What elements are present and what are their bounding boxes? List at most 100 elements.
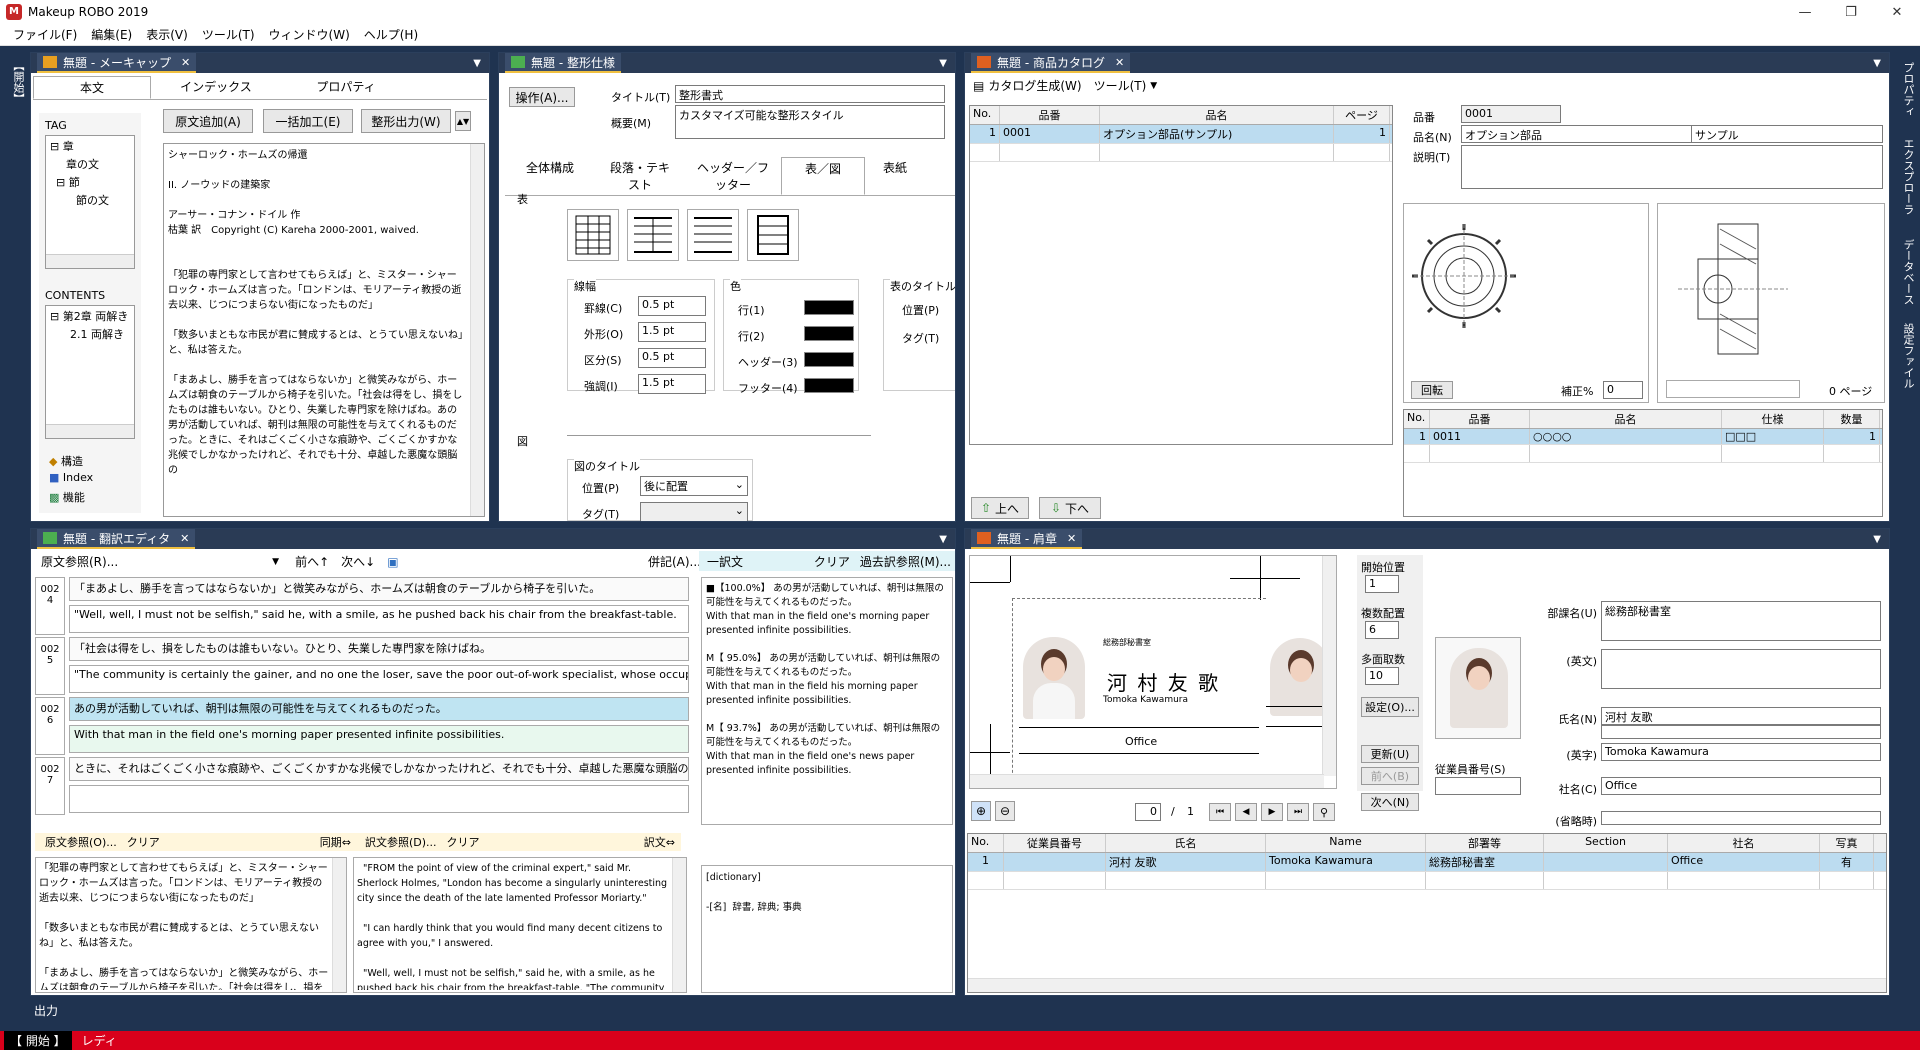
- description-input[interactable]: [1461, 145, 1883, 189]
- target-ref-clear-button[interactable]: クリア: [447, 834, 480, 850]
- employee-no-input[interactable]: [1435, 777, 1521, 795]
- zoom-out-icon[interactable]: ⊖: [995, 801, 1015, 821]
- close-icon[interactable]: ✕: [180, 532, 189, 545]
- batch-process-button[interactable]: 一括加工(E): [263, 109, 353, 133]
- memory-clear-button[interactable]: クリア: [814, 553, 850, 570]
- makecap-tab[interactable]: 無題 - メーキャップ ✕: [37, 53, 197, 73]
- name-input[interactable]: 河村 友歌: [1601, 707, 1881, 725]
- tab-index[interactable]: インデックス: [151, 76, 281, 99]
- menu-help[interactable]: ヘルプ(H): [364, 26, 418, 43]
- card-hscroll[interactable]: [970, 774, 1324, 788]
- tree-node-section-text[interactable]: 節の文: [46, 190, 134, 208]
- body-text-area[interactable]: シャーロック・ホームズの帰還 II. ノーウッドの建築家 アーサー・コナン・ドイ…: [163, 143, 485, 517]
- source-ref-vscroll[interactable]: [332, 858, 346, 992]
- figure-position-select[interactable]: 後に配置 ⌄: [640, 476, 748, 496]
- close-icon[interactable]: ✕: [1115, 56, 1124, 69]
- segment-target[interactable]: [69, 785, 689, 813]
- side-tab-database[interactable]: データベース: [1896, 232, 1916, 312]
- nav-function[interactable]: ▩ 機能: [49, 489, 85, 505]
- segment-source[interactable]: ときに、それはごくごく小さな痕跡や、ごくごくかすかな兆候でしかなかったけれど、そ…: [69, 757, 689, 781]
- title-input[interactable]: 整形書式: [675, 85, 945, 103]
- dropdown-icon[interactable]: ▼: [473, 58, 481, 69]
- tree-node-chapter-text[interactable]: 章の文: [46, 154, 134, 172]
- tag-tree-hscroll[interactable]: [46, 254, 134, 268]
- footer-color-swatch[interactable]: [804, 378, 854, 393]
- namecard-tab[interactable]: 無題 - 肩章 ✕: [971, 529, 1083, 549]
- source-ref-pane[interactable]: 「犯罪の専門家として言わせてもらえば」と、ミスター・シャーロック・ホームズは言っ…: [35, 857, 347, 993]
- format-spec-tab[interactable]: 無題 - 整形仕様: [505, 53, 621, 73]
- catalog-list[interactable]: No. 品番 品名 ページ 1 0001 オプション部品(サンプル) 1: [969, 105, 1393, 445]
- row1-color-swatch[interactable]: [804, 300, 854, 315]
- side-tab-properties[interactable]: プロパティ: [1896, 52, 1916, 126]
- target-ref-open-button[interactable]: 訳文参照(D)...: [365, 834, 437, 850]
- settings-button[interactable]: 設定(O)...: [1361, 697, 1419, 717]
- move-up-button[interactable]: ⇧ 上へ: [971, 497, 1029, 519]
- tab-header-footer[interactable]: ヘッダー／フッター: [685, 157, 781, 195]
- nav-index[interactable]: ■ Index: [49, 471, 93, 484]
- catalog-tools-menu[interactable]: ツール(T): [1094, 77, 1147, 94]
- divider-input[interactable]: 0.5 pt: [638, 348, 706, 368]
- output-pane[interactable]: 出力: [30, 1002, 1890, 1028]
- table-style-rows-icon[interactable]: [687, 209, 739, 261]
- next-segment-button[interactable]: 次へ↓: [341, 553, 375, 570]
- row2-color-swatch[interactable]: [804, 326, 854, 341]
- sync-button[interactable]: 同期⇔: [320, 834, 351, 850]
- segment-source-active[interactable]: あの男が活動していれば、朝刊は無限の可能性を与えてくれるものだった。: [69, 697, 689, 721]
- target-ref-pane[interactable]: "FROM the point of view of the criminal …: [353, 857, 687, 993]
- employee-list[interactable]: No. 従業員番号 氏名 Name 部署等 Section 社名 写真 1 河村…: [967, 833, 1887, 993]
- tab-paragraph[interactable]: 段落・テキスト: [595, 157, 685, 195]
- prev-segment-button[interactable]: 前へ↑: [295, 553, 329, 570]
- next-record-button[interactable]: 次へ(N): [1361, 793, 1419, 811]
- tree-node-section21[interactable]: 2.1 両解き: [46, 324, 134, 342]
- dropdown-icon[interactable]: ▼: [1873, 534, 1881, 545]
- segment-target-active[interactable]: With that man in the field one's morning…: [69, 725, 689, 753]
- outline-input[interactable]: 1.5 pt: [638, 322, 706, 342]
- tree-node-section[interactable]: ⊟ 節: [46, 172, 134, 190]
- past-translation-button[interactable]: 過去訳参照(M)...: [860, 553, 951, 570]
- table-style-box-icon[interactable]: [747, 209, 799, 261]
- abbr-input[interactable]: [1601, 811, 1881, 825]
- name-input[interactable]: オプション部品: [1461, 125, 1693, 143]
- drawing-scrollbar[interactable]: [1666, 380, 1800, 398]
- tab-cover[interactable]: 表紙: [865, 157, 925, 195]
- table-row[interactable]: [968, 872, 1886, 890]
- correction-input[interactable]: 0: [1603, 381, 1643, 399]
- translation-tab[interactable]: 無題 - 翻訳エディタ ✕: [37, 529, 196, 549]
- first-page-icon[interactable]: ⏮: [1209, 803, 1231, 821]
- table-row[interactable]: 1 河村 友歌 Tomoka Kawamura 総務部秘書室 Office 有: [968, 853, 1886, 872]
- last-page-icon[interactable]: ⏭: [1287, 803, 1309, 821]
- zoom-in-icon[interactable]: ⊕: [971, 801, 991, 821]
- segment-source[interactable]: 「社会は得をし、損をしたものは誰もいない。ひとり、失業した専門家を除けばね。: [69, 637, 689, 661]
- page-input[interactable]: 0: [1135, 803, 1161, 821]
- search-icon[interactable]: ⚲: [1313, 803, 1335, 821]
- contents-tree[interactable]: ⊟ 第2章 両解き 2.1 両解き: [45, 305, 135, 439]
- side-tab-start[interactable]: 【開始】: [8, 52, 26, 112]
- add-source-button[interactable]: 原文追加(A): [163, 109, 253, 133]
- dropdown-icon[interactable]: ▼: [939, 58, 947, 69]
- table-row[interactable]: [970, 144, 1392, 162]
- catalog-generate-button[interactable]: カタログ生成(W): [988, 77, 1081, 94]
- close-icon[interactable]: ✕: [181, 56, 190, 69]
- nav-structure[interactable]: ◆ 構造: [49, 453, 83, 469]
- dropdown-icon[interactable]: ▼: [1873, 58, 1881, 69]
- header-color-swatch[interactable]: [804, 352, 854, 367]
- dictionary-pane[interactable]: [dictionary] -[名] 辞書, 辞典; 事典: [701, 865, 953, 993]
- card-preview[interactable]: 総務部秘書室 河 村 友 歌 Tomoka Kawamura Office: [969, 555, 1337, 789]
- menu-file[interactable]: ファイル(F): [13, 26, 77, 43]
- tree-node-chapter[interactable]: ⊟ 章: [46, 136, 134, 154]
- move-down-button[interactable]: ⇩ 下へ: [1039, 497, 1101, 519]
- tab-body[interactable]: 本文: [33, 76, 151, 99]
- restore-icon[interactable]: ❐: [1828, 0, 1874, 24]
- target-ref-vscroll[interactable]: [672, 858, 686, 992]
- employee-photo[interactable]: [1435, 637, 1521, 739]
- table-row[interactable]: 1 0001 オプション部品(サンプル) 1: [970, 125, 1392, 144]
- start-pos-input[interactable]: 1: [1365, 575, 1399, 593]
- table-style-columns-icon[interactable]: [627, 209, 679, 261]
- tab-table-figure[interactable]: 表／図: [781, 157, 865, 195]
- code-input[interactable]: 0001: [1461, 105, 1561, 123]
- name-sub-input[interactable]: [1601, 725, 1881, 739]
- minimize-icon[interactable]: —: [1782, 0, 1828, 24]
- table-row[interactable]: 1 0011 ○○○○ □□□ 1: [1404, 429, 1882, 445]
- dropdown-icon[interactable]: ▼: [939, 534, 947, 545]
- rotate-button[interactable]: 回転: [1411, 381, 1453, 399]
